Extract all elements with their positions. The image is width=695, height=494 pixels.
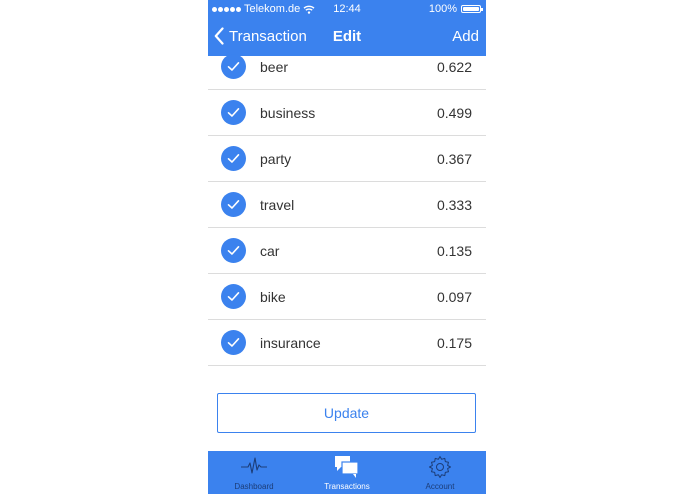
tab-label: Transactions — [324, 482, 370, 491]
list-item-travel[interactable]: travel 0.333 — [208, 182, 486, 228]
item-label: party — [260, 151, 292, 167]
item-value: 0.333 — [436, 197, 472, 213]
pulse-icon — [241, 457, 267, 474]
tab-dashboard[interactable]: Dashboard — [208, 451, 300, 494]
item-value: 0.622 — [436, 59, 472, 75]
status-right: 100% — [428, 3, 483, 15]
item-label: bike — [260, 289, 286, 305]
tab-label: Account — [425, 482, 455, 491]
chat-bubbles-icon — [335, 456, 359, 478]
item-value: 0.097 — [436, 289, 472, 305]
tab-transactions[interactable]: Transactions — [301, 451, 393, 494]
list-item-car[interactable]: car 0.135 — [208, 228, 486, 274]
checkmark-icon[interactable] — [221, 330, 246, 355]
item-value: 0.175 — [436, 335, 472, 351]
battery-percent: 100% — [428, 3, 457, 15]
checkmark-icon[interactable] — [221, 238, 246, 263]
item-label: travel — [260, 197, 295, 213]
tab-label: Dashboard — [234, 482, 274, 491]
item-label: beer — [260, 59, 289, 75]
list-item-insurance[interactable]: insurance 0.175 — [208, 320, 486, 366]
checkmark-icon[interactable] — [221, 284, 246, 309]
tab-bar: Dashboard Transactions Account — [208, 451, 486, 494]
gear-icon — [429, 456, 451, 478]
checkmark-icon[interactable] — [221, 192, 246, 217]
back-label: Transaction — [229, 27, 307, 45]
item-label: insurance — [260, 335, 321, 351]
item-label: business — [260, 105, 316, 121]
item-value: 0.499 — [436, 105, 472, 121]
update-button[interactable]: Update — [217, 393, 476, 433]
list-item-bike[interactable]: bike 0.097 — [208, 274, 486, 320]
item-value: 0.367 — [436, 151, 472, 167]
battery-icon — [461, 5, 483, 13]
back-button[interactable]: Transaction — [214, 27, 307, 45]
checkmark-icon[interactable] — [221, 100, 246, 125]
add-button[interactable]: Add — [452, 28, 479, 45]
checkmark-icon[interactable] — [221, 54, 246, 79]
item-label: car — [260, 243, 280, 259]
tab-account[interactable]: Account — [394, 451, 486, 494]
list-item-party[interactable]: party 0.367 — [208, 136, 486, 182]
chevron-left-icon — [214, 27, 224, 45]
phone-screen: Telekom.de 12:44 100% Transaction Edit A… — [208, 0, 486, 494]
item-value: 0.135 — [436, 243, 472, 259]
category-list: beer 0.622 business 0.499 party 0.367 tr… — [208, 44, 486, 366]
status-bar: Telekom.de 12:44 100% — [208, 0, 486, 18]
checkmark-icon[interactable] — [221, 146, 246, 171]
list-item-business[interactable]: business 0.499 — [208, 90, 486, 136]
list-item-beer[interactable]: beer 0.622 — [208, 44, 486, 90]
